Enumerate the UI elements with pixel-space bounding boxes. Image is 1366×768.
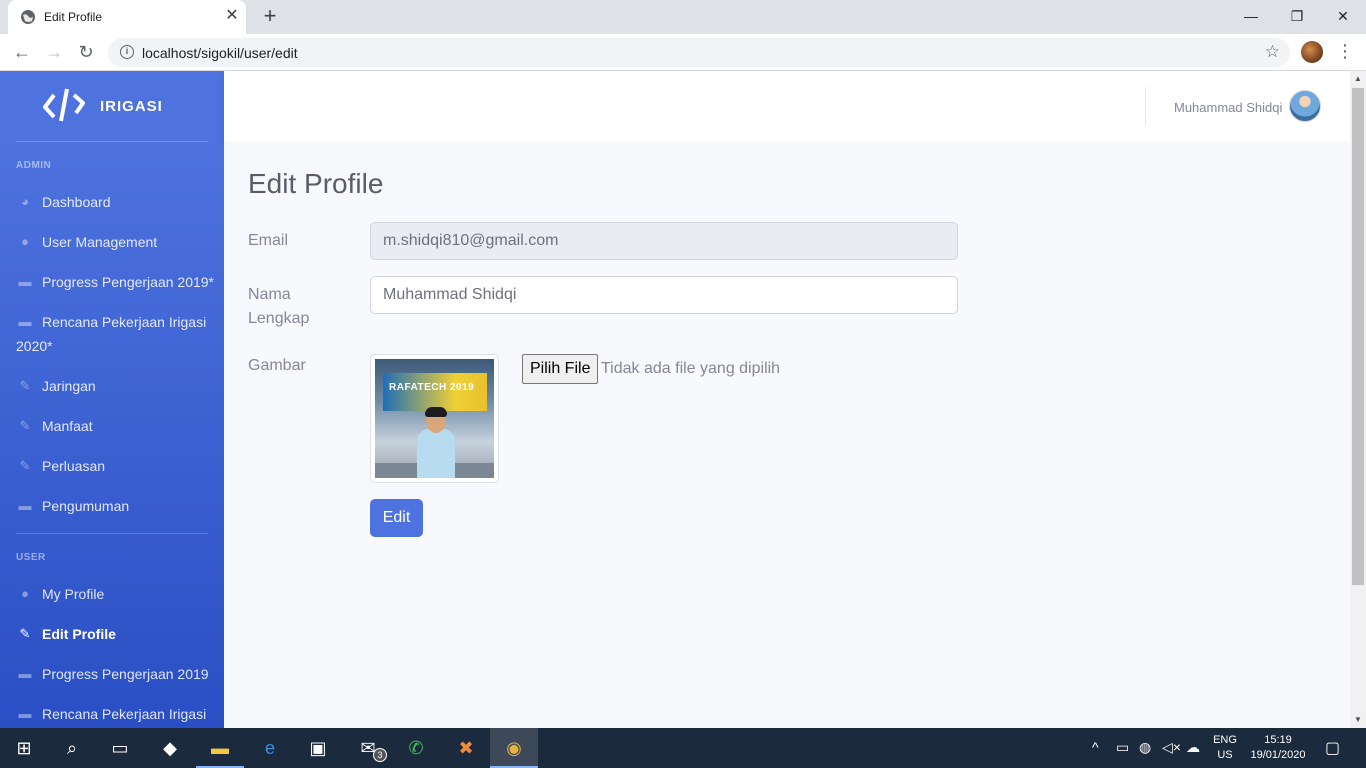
sidebar-heading-user: USER bbox=[16, 552, 46, 563]
file-explorer-icon[interactable]: ▬ bbox=[196, 728, 244, 768]
browser-tab-strip: Edit Profile ✕ + — ❐ ✕ bbox=[0, 0, 1366, 34]
app-diamond-icon[interactable]: ◆ bbox=[146, 728, 194, 768]
windows-start-icon[interactable]: ⊞ bbox=[0, 728, 48, 768]
edge-browser-icon[interactable]: e bbox=[246, 728, 294, 768]
browser-menu-icon[interactable]: ⋮ bbox=[1336, 40, 1354, 64]
bookmark-star-icon[interactable]: ☆ bbox=[1265, 42, 1280, 62]
scroll-up-arrow-icon[interactable]: ▲ bbox=[1350, 71, 1366, 87]
brand-name: IRIGASI bbox=[100, 98, 163, 115]
store-icon[interactable]: ▣ bbox=[294, 728, 342, 768]
photo-person-hair bbox=[425, 407, 447, 417]
page-title: Edit Profile bbox=[248, 168, 384, 199]
restore-button[interactable]: ❐ bbox=[1274, 4, 1320, 28]
address-bar[interactable]: i localhost/sigokil/user/edit ☆ bbox=[108, 38, 1290, 67]
browser-toolbar: ← → ↻ i localhost/sigokil/user/edit ☆ ⋮ bbox=[0, 34, 1366, 71]
keyboard-layout: US bbox=[1217, 749, 1233, 761]
handshake-icon: ▬ bbox=[18, 274, 32, 289]
main-content: Edit Profile Email m.shidqi810@gmail.com… bbox=[224, 141, 1350, 728]
sidebar-item-label: Jaringan bbox=[42, 378, 96, 394]
notification-center-icon[interactable]: ▢ bbox=[1325, 738, 1340, 758]
edit-icon: ✎ bbox=[19, 458, 31, 473]
back-arrow-icon[interactable]: ← bbox=[10, 41, 34, 65]
topbar-divider bbox=[1145, 87, 1146, 125]
mail-icon[interactable]: ✉ bbox=[344, 728, 392, 768]
onedrive-cloud-icon[interactable]: ☁ bbox=[1186, 739, 1200, 756]
browser-profile-avatar[interactable] bbox=[1301, 41, 1323, 63]
tab-close-icon[interactable]: ✕ bbox=[224, 8, 240, 24]
scroll-down-arrow-icon[interactable]: ▼ bbox=[1350, 712, 1366, 728]
edit-icon: ✎ bbox=[19, 626, 31, 641]
xampp-icon[interactable]: ✖ bbox=[442, 728, 490, 768]
edit-icon: ✎ bbox=[19, 378, 31, 393]
language-indicator[interactable]: ENG US bbox=[1212, 733, 1238, 763]
reload-icon[interactable]: ↻ bbox=[74, 41, 98, 65]
photo-banner-text: RAFATECH 2019 bbox=[389, 382, 475, 393]
handshake-icon: ▬ bbox=[18, 498, 32, 513]
photo-person-body bbox=[417, 429, 455, 478]
language-code: ENG bbox=[1213, 734, 1237, 746]
sidebar-divider bbox=[16, 533, 208, 534]
profile-image-thumbnail: RAFATECH 2019 bbox=[370, 354, 499, 483]
mail-badge: 3 bbox=[373, 748, 387, 762]
close-window-button[interactable]: ✕ bbox=[1320, 4, 1366, 28]
profile-photo: RAFATECH 2019 bbox=[375, 359, 494, 478]
image-label: Gambar bbox=[248, 357, 306, 374]
network-icon[interactable]: ◍ bbox=[1139, 739, 1151, 756]
scroll-thumb[interactable] bbox=[1352, 88, 1364, 585]
user-icon: ● bbox=[21, 586, 29, 601]
browser-tab[interactable]: Edit Profile ✕ bbox=[8, 0, 246, 34]
sidebar-item-label: Rencana Pekerjaan Irigasi 2020* bbox=[16, 314, 207, 354]
whatsapp-icon[interactable]: ✆ bbox=[392, 728, 440, 768]
task-view-icon[interactable]: ▭ bbox=[96, 728, 144, 768]
new-tab-button[interactable]: + bbox=[258, 5, 282, 29]
sidebar-item-label: User Management bbox=[42, 234, 158, 250]
sidebar-item-label: Dashboard bbox=[42, 194, 111, 210]
choose-file-button[interactable]: Pilih File bbox=[522, 354, 599, 384]
tachometer-icon: ◕ bbox=[21, 194, 29, 209]
topbar: Muhammad Shidqi bbox=[224, 71, 1350, 141]
system-clock[interactable]: 15:19 19/01/2020 bbox=[1244, 733, 1312, 763]
sidebar-item-label: Progress Pengerjaan 2019* bbox=[42, 274, 215, 290]
sidebar-heading-admin: ADMIN bbox=[16, 160, 52, 171]
volume-muted-icon[interactable]: ◁× bbox=[1162, 739, 1181, 756]
edit-submit-button[interactable]: Edit bbox=[370, 499, 423, 537]
forward-arrow-icon[interactable]: → bbox=[42, 41, 66, 65]
battery-icon[interactable]: ▭ bbox=[1116, 739, 1129, 756]
topbar-user-name[interactable]: Muhammad Shidqi bbox=[1174, 100, 1282, 115]
sidebar: IRIGASI ADMIN ◕ Dashboard ● User Managem… bbox=[0, 71, 224, 728]
edit-icon: ✎ bbox=[19, 418, 31, 433]
chrome-icon[interactable]: ◉ bbox=[490, 728, 538, 768]
full-name-field[interactable]: Muhammad Shidqi bbox=[370, 276, 958, 314]
name-label: Nama Lengkap bbox=[248, 286, 310, 327]
sidebar-item-label: Progress Pengerjaan 2019 bbox=[42, 666, 209, 682]
avatar[interactable] bbox=[1289, 90, 1321, 122]
sidebar-item-label: Perluasan bbox=[42, 458, 106, 474]
tray-chevron-up-icon[interactable]: ^ bbox=[1092, 739, 1099, 755]
clock-time: 15:19 bbox=[1264, 734, 1292, 746]
user-icon: ● bbox=[21, 234, 29, 249]
tab-title: Edit Profile bbox=[44, 10, 103, 24]
sidebar-item-label: Edit Profile bbox=[42, 626, 116, 642]
sidebar-item-label: My Profile bbox=[42, 586, 105, 602]
handshake-icon: ▬ bbox=[18, 666, 32, 681]
email-field[interactable]: m.shidqi810@gmail.com bbox=[370, 222, 958, 260]
windows-taskbar: ⊞ ⌕ ▭ ◆ ▬ e ▣ ✉ 3 ✆ ✖ ◉ ^ ▭ ◍ ◁× ☁ ENG U… bbox=[0, 728, 1366, 768]
sidebar-item-label: Pengumuman bbox=[42, 498, 130, 514]
email-label: Email bbox=[248, 232, 289, 249]
code-logo-icon bbox=[43, 88, 85, 122]
sidebar-brand[interactable]: IRIGASI bbox=[0, 71, 224, 141]
minimize-button[interactable]: — bbox=[1228, 4, 1274, 28]
handshake-icon: ▬ bbox=[18, 706, 32, 721]
info-icon[interactable]: i bbox=[120, 45, 134, 59]
page-scrollbar[interactable]: ▲ ▼ bbox=[1350, 71, 1366, 728]
sidebar-item-label: Rencana Pekerjaan Irigasi bbox=[42, 706, 207, 722]
search-icon[interactable]: ⌕ bbox=[48, 728, 96, 768]
address-url[interactable]: localhost/sigokil/user/edit bbox=[142, 45, 298, 61]
sidebar-item-label: Manfaat bbox=[42, 418, 93, 434]
globe-icon bbox=[21, 10, 35, 24]
clock-date: 19/01/2020 bbox=[1250, 749, 1306, 761]
sidebar-divider bbox=[16, 141, 208, 142]
file-status-text: Tidak ada file yang dipilih bbox=[601, 360, 781, 377]
